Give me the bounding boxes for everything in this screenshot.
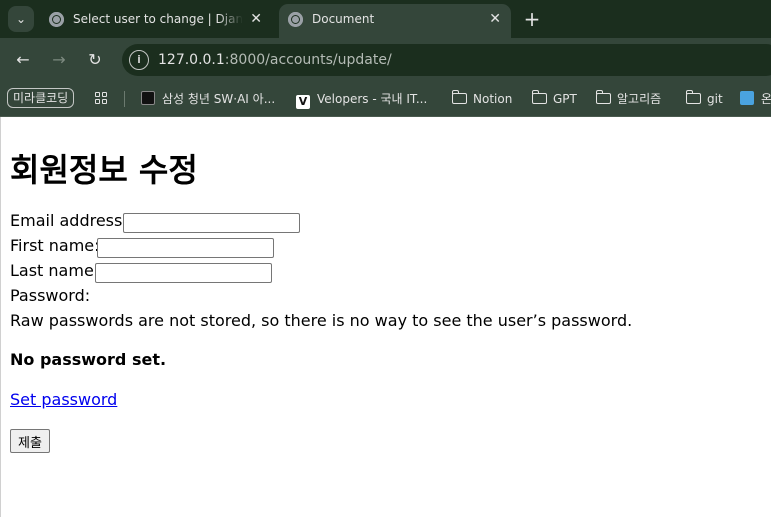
back-button[interactable]: ← xyxy=(11,48,35,72)
email-label: Email address: xyxy=(10,211,128,230)
set-password-link[interactable]: Set password xyxy=(10,390,117,409)
close-icon[interactable]: ✕ xyxy=(250,11,262,27)
bookmark-ssafy[interactable]: 삼성 청년 SW·AI 아... xyxy=(141,89,275,109)
password-help-text: Raw passwords are not stored, so there i… xyxy=(10,311,633,330)
tab-document[interactable]: Document ✕ xyxy=(279,4,511,38)
bookmark-label: GPT xyxy=(553,92,577,106)
folder-icon xyxy=(685,90,701,104)
folder-icon xyxy=(451,90,467,104)
tab-title: Document xyxy=(312,12,375,26)
browser-toolbar: ← → ↻ i 127.0.0.1:8000/accounts/update/ xyxy=(0,38,771,82)
bookmark-label: 삼성 청년 SW·AI 아... xyxy=(162,92,276,106)
last-name-row: Last name: xyxy=(10,261,272,283)
folder-icon xyxy=(531,90,547,104)
first-name-field[interactable] xyxy=(97,238,274,258)
tab-django-admin[interactable]: Select user to change | Django ✕ xyxy=(40,4,272,38)
bookmark-label: Velopers - 국내 IT... xyxy=(317,92,428,106)
bookmark-folder-notion[interactable]: Notion xyxy=(451,89,513,109)
submit-button[interactable]: 제출 xyxy=(10,429,50,453)
reload-icon: ↻ xyxy=(88,50,102,69)
password-label: Password: xyxy=(10,286,91,305)
bookmark-folder-gpt[interactable]: GPT xyxy=(531,89,577,109)
page-content: 회원정보 수정 Email address: First name: Last … xyxy=(0,117,771,517)
last-name-field[interactable] xyxy=(95,263,272,283)
reload-button[interactable]: ↻ xyxy=(83,48,107,72)
first-name-row: First name: xyxy=(10,236,274,258)
tab-title: Select user to change | Django xyxy=(73,12,243,26)
bookmark-miracle-coding[interactable]: 미라클코딩 xyxy=(7,88,75,108)
tab-strip: ⌄ Select user to change | Django ✕ Docum… xyxy=(0,0,771,38)
bookmark-velopers[interactable]: V Velopers - 국내 IT... xyxy=(296,89,427,109)
address-bar[interactable]: i 127.0.0.1:8000/accounts/update/ xyxy=(122,44,771,76)
forward-button[interactable]: → xyxy=(47,48,71,72)
bookmark-label: Notion xyxy=(473,92,513,106)
ssafy-icon xyxy=(141,91,155,105)
arrow-left-icon: ← xyxy=(16,50,30,69)
bookmark-site-icon xyxy=(740,91,754,105)
first-name-label: First name: xyxy=(10,236,100,255)
bookmarks-bar: 미라클코딩 삼성 청년 SW·AI 아... V Velopers - 국내 IT… xyxy=(0,82,771,117)
last-name-label: Last name: xyxy=(10,261,100,280)
globe-icon xyxy=(49,12,64,27)
arrow-right-icon: → xyxy=(52,50,66,69)
site-info-icon[interactable]: i xyxy=(129,50,149,70)
folder-icon xyxy=(595,90,611,104)
bookmark-site-partial[interactable]: 온 xyxy=(740,89,771,109)
bookmarks-divider xyxy=(124,91,125,107)
velog-icon: V xyxy=(296,95,310,109)
url-text: 127.0.0.1:8000/accounts/update/ xyxy=(158,52,392,68)
new-tab-button[interactable]: + xyxy=(520,6,544,32)
email-row: Email address: xyxy=(10,211,300,233)
page-title: 회원정보 수정 xyxy=(10,151,198,189)
password-status: No password set. xyxy=(10,350,167,369)
bookmark-folder-algorithm[interactable]: 알고리즘 xyxy=(595,89,662,109)
close-icon[interactable]: ✕ xyxy=(489,11,501,27)
url-host: 127.0.0.1 xyxy=(158,52,225,68)
globe-icon xyxy=(288,12,303,27)
bookmark-folder-git[interactable]: git xyxy=(685,89,723,109)
chevron-down-icon: ⌄ xyxy=(15,12,27,26)
bookmark-label: 알고리즘 xyxy=(617,92,662,106)
url-path: :8000/accounts/update/ xyxy=(224,52,392,68)
bookmark-label: git xyxy=(707,92,723,106)
tab-search-button[interactable]: ⌄ xyxy=(8,6,34,32)
apps-grid-icon[interactable] xyxy=(95,89,109,109)
bookmark-label: 온 xyxy=(761,92,771,106)
email-field[interactable] xyxy=(123,213,300,233)
